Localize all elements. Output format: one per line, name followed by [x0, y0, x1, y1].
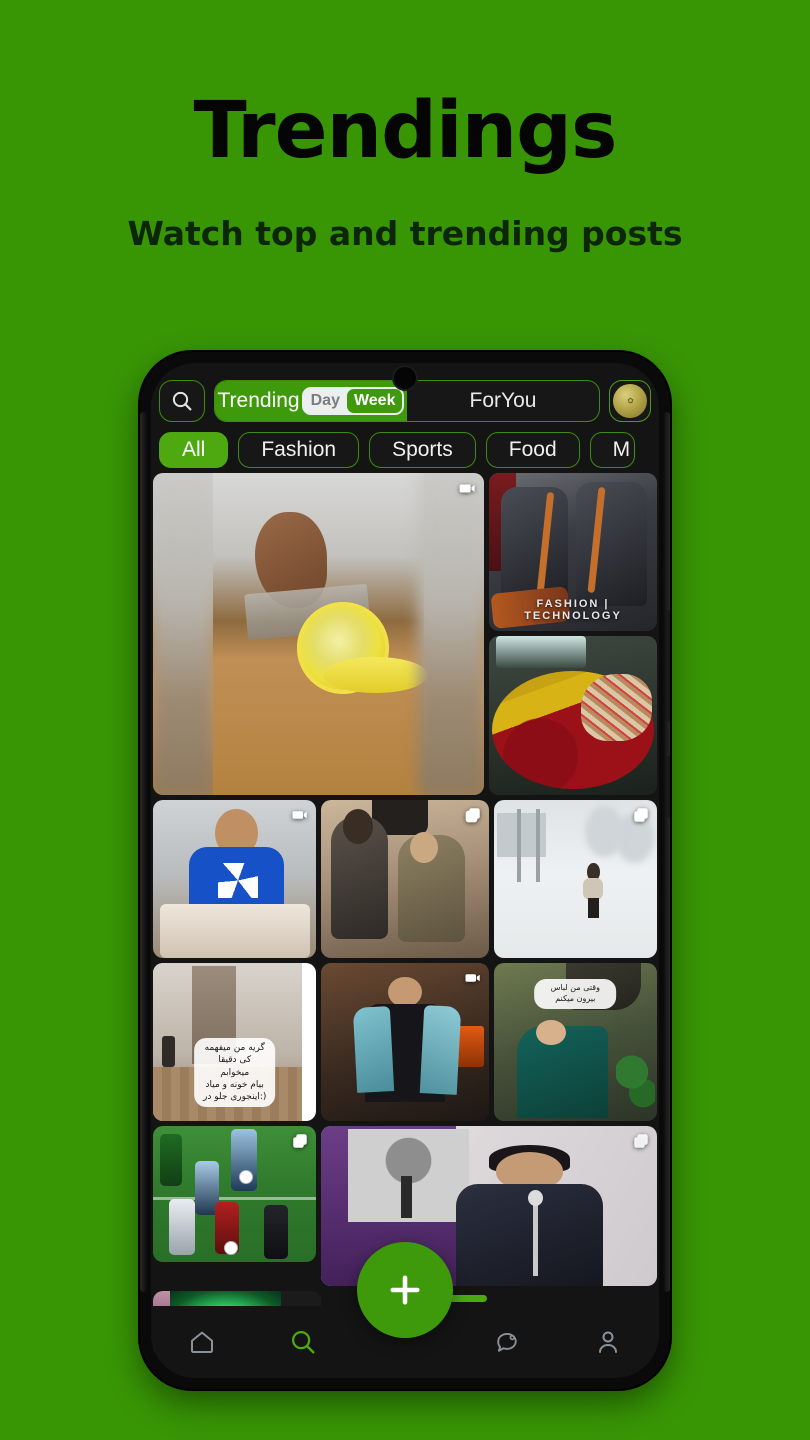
video-icon — [458, 479, 477, 503]
phone-mockup: Trending Day Week ForYou All Fashion Spo… — [140, 352, 670, 1389]
promo-screenshot: Trendings Watch top and trending posts T… — [0, 0, 810, 1440]
pastry — [213, 915, 255, 953]
pastry — [164, 915, 206, 953]
plant — [616, 1051, 656, 1121]
tab-foryou[interactable]: ForYou — [407, 381, 599, 421]
carousel-icon — [291, 1132, 309, 1155]
post-car-interior[interactable]: FASHION | TECHNOLOGY — [489, 473, 657, 631]
feed-column: FASHION | TECHNOLOGY — [489, 473, 657, 795]
post-caption: وقتی من لباس بیرون میکنم — [534, 979, 617, 1009]
power-button[interactable] — [666, 756, 670, 818]
shirt-logo — [218, 863, 258, 898]
post-caption: گریه من میفهمه کی دقیقا میخوابم بیام خون… — [193, 1038, 276, 1107]
nav-chat[interactable] — [456, 1306, 558, 1378]
post-thumbnail — [153, 473, 484, 795]
post-football-match[interactable] — [153, 1126, 317, 1262]
avatar-icon — [613, 384, 647, 418]
blur-edge-right — [417, 473, 484, 795]
blur-edge-left — [153, 473, 213, 795]
feed-row: گریه من میفهمه کی دقیقا میخوابم بیام خون… — [151, 963, 659, 1121]
tree — [536, 809, 541, 883]
nav-home[interactable] — [151, 1306, 253, 1378]
profile-icon — [599, 1331, 618, 1353]
nav-profile[interactable] — [557, 1306, 659, 1378]
promo-header: Trendings Watch top and trending posts — [0, 0, 810, 253]
flower-icon — [627, 397, 633, 403]
walking-person — [583, 863, 604, 918]
post-lemon-video[interactable] — [153, 473, 484, 795]
volume-button[interactable] — [666, 610, 670, 722]
chip-food[interactable]: Food — [485, 432, 580, 468]
player — [264, 1204, 289, 1259]
plus-icon — [390, 1275, 420, 1305]
post-two-men-sitting[interactable] — [321, 800, 489, 958]
tab-trending-label: Trending — [217, 389, 300, 412]
carousel-icon — [464, 806, 482, 829]
period-toggle[interactable]: Day Week — [301, 387, 405, 415]
denim-sleeve-left — [352, 1006, 394, 1094]
chip-more[interactable]: M — [589, 432, 636, 468]
tree — [516, 809, 521, 883]
post-watermark: FASHION | TECHNOLOGY — [524, 598, 622, 622]
avatar[interactable] — [609, 380, 651, 422]
post-room-interior[interactable]: گریه من میفهمه کی دقیقا میخوابم بیام خون… — [153, 963, 317, 1121]
post-thumbnail — [489, 636, 657, 795]
nav-search[interactable] — [253, 1306, 355, 1378]
car-seat-right — [576, 482, 647, 606]
chip-sports[interactable]: Sports — [369, 432, 476, 468]
camera-punch-hole — [394, 367, 416, 389]
carousel-icon — [632, 1132, 650, 1155]
box-lid — [495, 636, 587, 668]
video-icon — [291, 806, 309, 829]
feed-row: FASHION | TECHNOLOGY — [151, 473, 659, 795]
face — [388, 977, 422, 1008]
page-subtitle: Watch top and trending posts — [127, 214, 683, 253]
player — [159, 1134, 182, 1187]
post-man-blue-shirt-food[interactable] — [153, 800, 317, 958]
search-button[interactable] — [159, 380, 205, 422]
lemon-slice — [322, 656, 428, 693]
chip-all[interactable]: All — [159, 432, 229, 468]
chat-icon — [496, 1332, 517, 1352]
page-title: Trendings — [193, 86, 618, 176]
search-icon — [292, 1330, 315, 1354]
video-icon — [464, 969, 482, 992]
hand — [536, 1019, 566, 1046]
frame-edge-left — [140, 412, 147, 1292]
frame-edge-right — [663, 412, 670, 1292]
player — [169, 1199, 196, 1256]
post-rose-bouquet[interactable] — [489, 636, 657, 795]
sweets-cluster — [581, 674, 652, 741]
microphone — [527, 1189, 543, 1277]
post-man-denim-jacket[interactable] — [321, 963, 489, 1121]
tree-canopy — [585, 806, 625, 857]
背景-poster — [348, 1129, 470, 1222]
search-icon — [172, 391, 192, 411]
category-chips: All Fashion Sports Food M — [151, 429, 659, 471]
denim-sleeve-right — [419, 1004, 461, 1096]
chip-fashion[interactable]: Fashion — [238, 432, 360, 468]
post-snowy-street[interactable] — [493, 800, 658, 958]
carousel-icon — [632, 806, 650, 829]
post-green-outfit[interactable]: وقتی من لباس بیرون میکنم — [493, 963, 658, 1121]
tab-trending[interactable]: Trending Day Week — [215, 381, 407, 421]
home-icon — [190, 1331, 213, 1353]
object — [161, 1035, 176, 1068]
period-option-day[interactable]: Day — [304, 389, 347, 413]
phone-screen: Trending Day Week ForYou All Fashion Spo… — [151, 363, 659, 1378]
period-option-week[interactable]: Week — [346, 389, 403, 413]
lemon-scene — [212, 473, 428, 795]
create-post-button[interactable] — [357, 1242, 453, 1338]
feed-row — [151, 800, 659, 958]
